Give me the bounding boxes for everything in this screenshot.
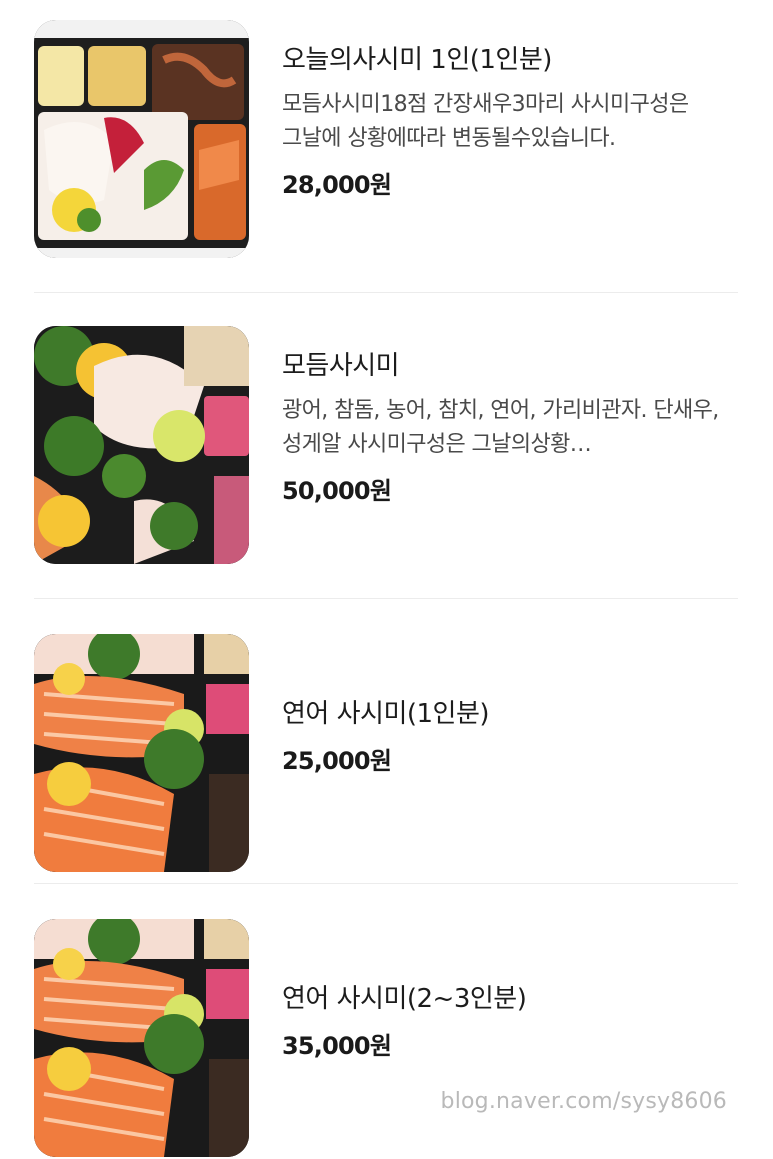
menu-item-today-sashimi[interactable]: 오늘의사시미 1인(1인분) 모듬사시미18점 간장새우3마리 사시미구성은 그… <box>34 20 738 260</box>
divider <box>34 292 738 293</box>
menu-item-info: 연어 사시미(1인분) 25,000원 <box>282 696 738 778</box>
blog-watermark: blog.naver.com/sysy8606 <box>440 1089 727 1114</box>
menu-item-price: 50,000원 <box>282 477 392 505</box>
menu-item-name[interactable]: 오늘의사시미 1인(1인분) <box>282 42 738 78</box>
menu-item-name[interactable]: 모듬사시미 <box>282 348 738 384</box>
divider <box>34 883 738 884</box>
menu-item-description: 광어, 참돔, 농어, 참치, 연어, 가리비관자. 단새우, 성게알 사시미구… <box>282 398 719 457</box>
salmon-sashimi-photo-icon <box>34 919 249 1157</box>
menu-item-photo[interactable] <box>34 326 249 564</box>
assorted-sashimi-photo-icon <box>34 326 249 564</box>
salmon-sashimi-photo-icon <box>34 634 249 872</box>
menu-item-salmon-sashimi-1[interactable]: 연어 사시미(1인분) 25,000원 <box>34 634 738 874</box>
menu-item-photo[interactable] <box>34 919 249 1157</box>
sashimi-platter-photo-icon <box>34 20 249 258</box>
menu-item-description: 모듬사시미18점 간장새우3마리 사시미구성은 그날에 상황에따라 변동될수있습… <box>282 92 689 151</box>
menu-item-price: 28,000원 <box>282 171 392 199</box>
menu-item-name[interactable]: 연어 사시미(1인분) <box>282 696 738 732</box>
menu-item-name[interactable]: 연어 사시미(2~3인분) <box>282 981 738 1017</box>
menu-item-info: 모듬사시미 광어, 참돔, 농어, 참치, 연어, 가리비관자. 단새우, 성게… <box>282 348 738 508</box>
menu-item-info: 연어 사시미(2~3인분) 35,000원 <box>282 981 738 1063</box>
menu-item-info: 오늘의사시미 1인(1인분) 모듬사시미18점 간장새우3마리 사시미구성은 그… <box>282 42 738 202</box>
menu-item-salmon-sashimi-2-3[interactable]: 연어 사시미(2~3인분) 35,000원 <box>34 919 738 1159</box>
menu-item-price: 25,000원 <box>282 747 392 775</box>
menu-item-assorted-sashimi[interactable]: 모듬사시미 광어, 참돔, 농어, 참치, 연어, 가리비관자. 단새우, 성게… <box>34 326 738 566</box>
menu-item-photo[interactable] <box>34 634 249 872</box>
menu-item-photo[interactable] <box>34 20 249 258</box>
menu-item-price: 35,000원 <box>282 1032 392 1060</box>
divider <box>34 598 738 599</box>
